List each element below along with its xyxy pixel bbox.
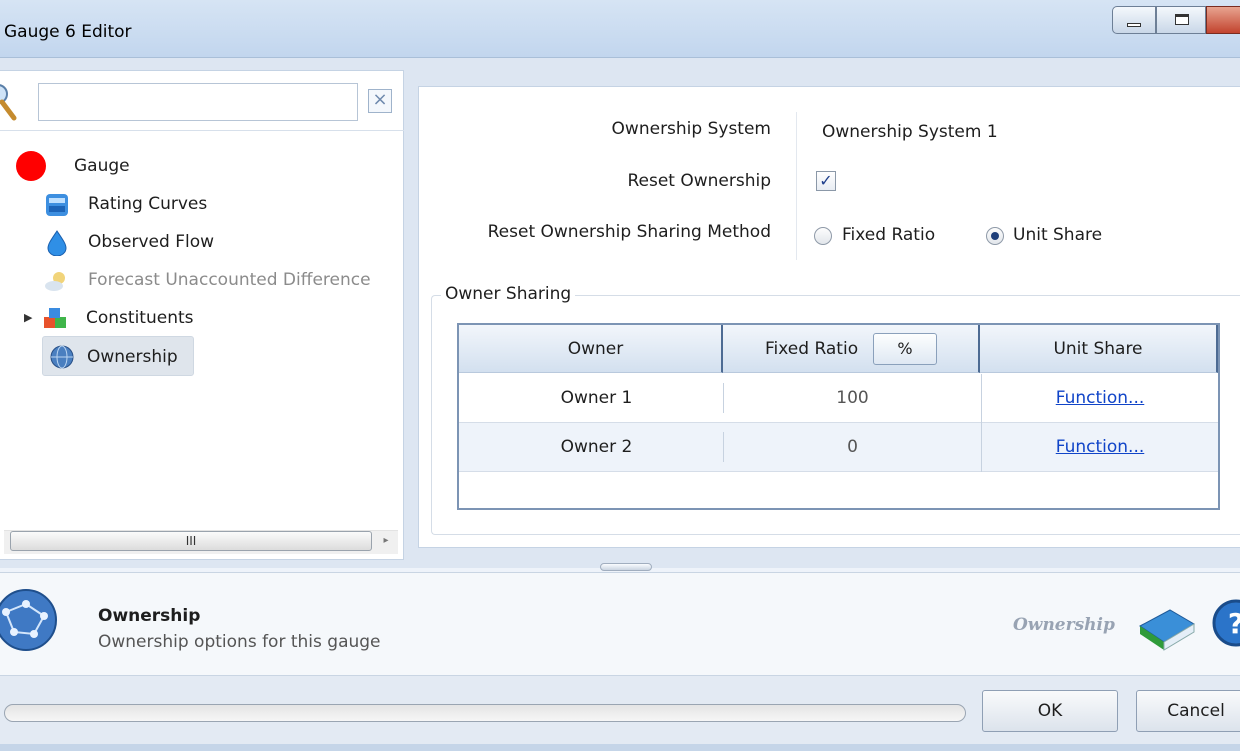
tree-item-label: Gauge	[74, 156, 130, 176]
owner-sharing-title: Owner Sharing	[441, 284, 576, 304]
tree-item-ownership[interactable]: Ownership	[42, 336, 194, 376]
table-row[interactable]: Owner 1 100 Function...	[459, 374, 1218, 423]
reset-ownership-checkbox[interactable]: ✓	[816, 171, 836, 191]
unit-share-radio[interactable]	[986, 227, 1004, 245]
unit-share-cell: Function...	[981, 374, 1218, 423]
expand-arrow-icon[interactable]: ▶	[24, 302, 32, 334]
reset-ownership-label: Reset Ownership	[627, 171, 771, 191]
ok-button[interactable]: OK	[982, 690, 1118, 732]
column-header-owner[interactable]: Owner	[470, 325, 723, 373]
scrollbar-thumb[interactable]: III	[10, 531, 372, 551]
scroll-right-arrow-icon[interactable]: ▸	[378, 533, 394, 549]
ownership-globe-icon	[0, 589, 57, 651]
column-header-unit-share[interactable]: Unit Share	[980, 325, 1218, 373]
progress-bar	[4, 704, 966, 722]
red-circle-icon	[16, 151, 46, 181]
info-title: Ownership	[98, 606, 201, 626]
search-icon	[0, 84, 17, 121]
maximize-button[interactable]	[1156, 6, 1206, 34]
window-title: Gauge 6 Editor	[4, 22, 132, 42]
form-divider	[796, 112, 797, 260]
maximize-icon	[1175, 14, 1189, 25]
divider	[0, 130, 404, 131]
minimize-button[interactable]	[1112, 6, 1156, 34]
help-topic-link[interactable]: Ownership	[1013, 615, 1115, 635]
rating-curves-icon	[46, 194, 68, 216]
ownership-globe-icon	[50, 345, 74, 369]
tree-item-label: Observed Flow	[88, 232, 214, 252]
info-description: Ownership options for this gauge	[98, 632, 381, 652]
function-link[interactable]: Function...	[1056, 437, 1145, 457]
clear-search-icon[interactable]: ×	[368, 89, 392, 113]
tree-item-label: Ownership	[87, 347, 178, 367]
reset-sharing-method-label: Reset Ownership Sharing Method	[487, 222, 771, 242]
function-link[interactable]: Function...	[1056, 388, 1145, 408]
title-bar	[0, 0, 1240, 58]
cancel-button[interactable]: Cancel	[1136, 690, 1240, 732]
ownership-system-label: Ownership System	[611, 119, 771, 139]
fixed-ratio-radio-label[interactable]: Fixed Ratio	[842, 225, 935, 245]
owner-cell[interactable]: Owner 2	[470, 432, 724, 462]
forecast-sun-icon	[45, 272, 65, 291]
help-icon[interactable]: ?	[1208, 596, 1240, 650]
fixed-ratio-cell[interactable]: 100	[724, 374, 981, 423]
unit-share-cell: Function...	[981, 423, 1218, 472]
tree-item-label: Constituents	[86, 308, 194, 328]
percent-unit-button[interactable]: %	[873, 333, 937, 365]
book-icon[interactable]	[1136, 596, 1198, 654]
minimize-icon	[1127, 23, 1141, 27]
search-input[interactable]	[38, 83, 358, 121]
owner-cell[interactable]: Owner 1	[470, 383, 724, 413]
fixed-ratio-cell[interactable]: 0	[724, 423, 981, 472]
constituents-cubes-icon	[44, 308, 66, 328]
water-drop-icon	[47, 230, 67, 256]
ownership-system-value[interactable]: Ownership System 1	[822, 122, 998, 142]
svg-text:?: ?	[1228, 607, 1240, 640]
tree-item-label: Rating Curves	[88, 194, 208, 214]
table-row[interactable]: Owner 2 0 Function...	[459, 423, 1218, 472]
grid-header-gutter	[459, 325, 470, 373]
fixed-ratio-radio[interactable]	[814, 227, 832, 245]
window-bottom-edge	[0, 744, 1240, 751]
column-header-label: Fixed Ratio	[765, 339, 859, 359]
splitter-handle[interactable]	[600, 563, 652, 571]
unit-share-radio-label[interactable]: Unit Share	[1013, 225, 1102, 245]
tree-item-label: Forecast Unaccounted Difference	[88, 270, 371, 290]
close-button[interactable]	[1206, 6, 1240, 34]
